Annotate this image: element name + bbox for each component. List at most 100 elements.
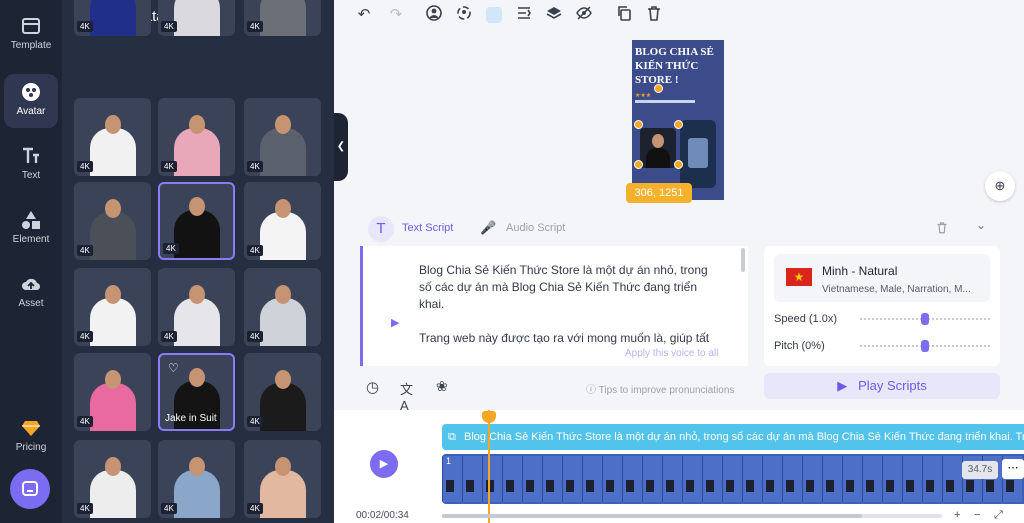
avatar-card[interactable]: 4K xyxy=(158,268,235,346)
frame-avatar xyxy=(666,480,674,492)
avatar-card[interactable]: 4K xyxy=(158,98,235,176)
script-paragraph-1[interactable]: Blog Chia Sẻ Kiến Thức Store là một dự á… xyxy=(419,262,719,313)
avatar-card[interactable]: 4K xyxy=(244,268,321,346)
delete-script-button[interactable] xyxy=(936,221,948,239)
avatar-card[interactable]: 4K xyxy=(74,268,151,346)
avatar-body xyxy=(259,383,306,431)
play-scripts-button[interactable]: ▶ Play Scripts xyxy=(764,373,1000,399)
timeline-scrollbar[interactable] xyxy=(442,514,942,518)
align-button[interactable] xyxy=(514,5,534,25)
frame-avatar xyxy=(546,480,554,492)
fit-button[interactable]: ⤢ xyxy=(994,509,1003,522)
avatar-card[interactable]: 4K xyxy=(74,0,151,36)
video-frame-thumb xyxy=(842,456,862,502)
avatar-card[interactable]: 4K xyxy=(244,353,321,431)
voice-selector[interactable]: ★ Minh - Natural Vietnamese, Male, Narra… xyxy=(774,254,990,302)
speed-slider[interactable] xyxy=(860,313,990,325)
avatar-head xyxy=(104,285,121,304)
avatar-body xyxy=(259,470,306,518)
phone-image[interactable] xyxy=(680,120,716,188)
avatar-card[interactable]: 4K xyxy=(244,98,321,176)
playhead-handle[interactable] xyxy=(482,411,496,423)
collapse-script-button[interactable]: ⌄ xyxy=(976,218,986,232)
pitch-slider[interactable] xyxy=(860,340,990,352)
clip-more-button[interactable]: ⋯ xyxy=(1002,459,1024,479)
avatar-preview[interactable] xyxy=(640,128,676,168)
pronunciation-tips[interactable]: ⓘ Tips to improve pronunciations xyxy=(586,381,734,396)
playhead[interactable] xyxy=(488,410,490,523)
timeline-scroll-thumb[interactable] xyxy=(442,514,862,518)
video-canvas[interactable]: BLOG CHIA SẺ KIẾN THỨC STORE ! ★★★ xyxy=(632,40,724,200)
avatar-card[interactable]: ♡ Jake in Suit xyxy=(158,353,235,431)
nav-pricing[interactable]: Pricing xyxy=(4,410,58,464)
avatar-card[interactable]: 4K xyxy=(74,353,151,431)
nav-element[interactable]: Element xyxy=(4,202,58,256)
nav-avatar[interactable]: Avatar xyxy=(4,74,58,128)
avatar-settings-button[interactable] xyxy=(424,5,444,25)
resize-handle-tl[interactable] xyxy=(634,120,643,129)
avatar-head xyxy=(188,457,205,476)
color-swatch xyxy=(486,7,502,23)
video-frame-thumb xyxy=(522,456,542,502)
video-track[interactable]: 1 xyxy=(442,454,1024,504)
rotate-handle[interactable] xyxy=(654,84,663,93)
collapse-panel-button[interactable]: ❮ xyxy=(334,113,348,181)
video-frame-thumb xyxy=(622,456,642,502)
avatar-card[interactable]: 4K xyxy=(74,440,151,518)
frame-avatar xyxy=(986,480,994,492)
hide-button[interactable] xyxy=(574,5,594,25)
tab-audio-script[interactable]: Audio Script xyxy=(506,222,565,234)
avatar-card[interactable]: 4K xyxy=(74,98,151,176)
zoom-in-button[interactable]: + xyxy=(954,509,960,521)
caption-track[interactable]: ⧉ Blog Chia Sẻ Kiến Thức Store là một dự… xyxy=(442,424,1024,450)
video-frame-thumb xyxy=(762,456,782,502)
resize-handle-bl[interactable] xyxy=(634,160,643,169)
tab-text-script[interactable]: Text Script xyxy=(402,222,453,234)
resize-handle-tr[interactable] xyxy=(674,120,683,129)
undo-button[interactable]: ↶ xyxy=(354,5,374,25)
avatar-card[interactable]: 4K xyxy=(158,182,235,260)
zoom-button[interactable]: ⊕ xyxy=(985,171,1015,201)
pitch-slider-knob[interactable] xyxy=(921,340,929,352)
avatar-card[interactable]: 4K xyxy=(158,0,235,36)
clock-icon[interactable]: ◷ xyxy=(366,378,379,396)
avatar-card[interactable]: 4K xyxy=(244,440,321,518)
play-voice-icon[interactable]: ▶ xyxy=(391,316,399,329)
layers-button[interactable] xyxy=(544,5,564,25)
zoom-out-button[interactable]: − xyxy=(974,509,980,521)
frame-avatar xyxy=(826,480,834,492)
redo-button[interactable]: ↷ xyxy=(386,5,406,25)
nav-text[interactable]: Text xyxy=(4,138,58,192)
script-scrollbar[interactable] xyxy=(741,248,745,272)
ai-icon[interactable]: ❀ xyxy=(436,378,448,395)
timeline-play-button[interactable]: ▶ xyxy=(370,450,398,478)
avatar-card[interactable]: 4K xyxy=(244,0,321,36)
speed-slider-knob[interactable] xyxy=(921,313,929,325)
delete-button[interactable] xyxy=(644,5,664,25)
resolution-badge: 4K xyxy=(247,416,263,427)
nav-template[interactable]: Template xyxy=(4,8,58,62)
pitch-label: Pitch (0%) xyxy=(774,340,825,352)
frame-avatar xyxy=(686,480,694,492)
resize-handle-br[interactable] xyxy=(674,160,683,169)
translate-icon[interactable]: 文A xyxy=(400,379,413,413)
script-editor[interactable]: ▶ Blog Chia Sẻ Kiến Thức Store là một dự… xyxy=(360,246,748,366)
nav-element-label: Element xyxy=(12,234,50,245)
frame-avatar xyxy=(926,480,934,492)
favorite-icon[interactable]: ♡ xyxy=(168,361,179,375)
script-paragraph-2[interactable]: Trang web này được tạo ra với mong muốn … xyxy=(419,330,719,347)
avatar-card[interactable]: 4K xyxy=(244,182,321,260)
avatar-card[interactable]: 4K xyxy=(74,182,151,260)
replace-avatar-button[interactable] xyxy=(454,5,474,25)
apply-voice-link[interactable]: Apply this voice to all xyxy=(625,348,718,359)
video-frame-thumb xyxy=(662,456,682,502)
frame-avatar xyxy=(766,480,774,492)
frame-avatar xyxy=(646,480,654,492)
avatar-card[interactable]: 4K xyxy=(158,440,235,518)
frame-avatar xyxy=(566,480,574,492)
chat-support-button[interactable] xyxy=(10,469,50,509)
duplicate-button[interactable] xyxy=(614,5,634,25)
color-picker-button[interactable] xyxy=(484,5,504,25)
video-frame-thumb xyxy=(562,456,582,502)
nav-asset[interactable]: Asset xyxy=(4,266,58,320)
